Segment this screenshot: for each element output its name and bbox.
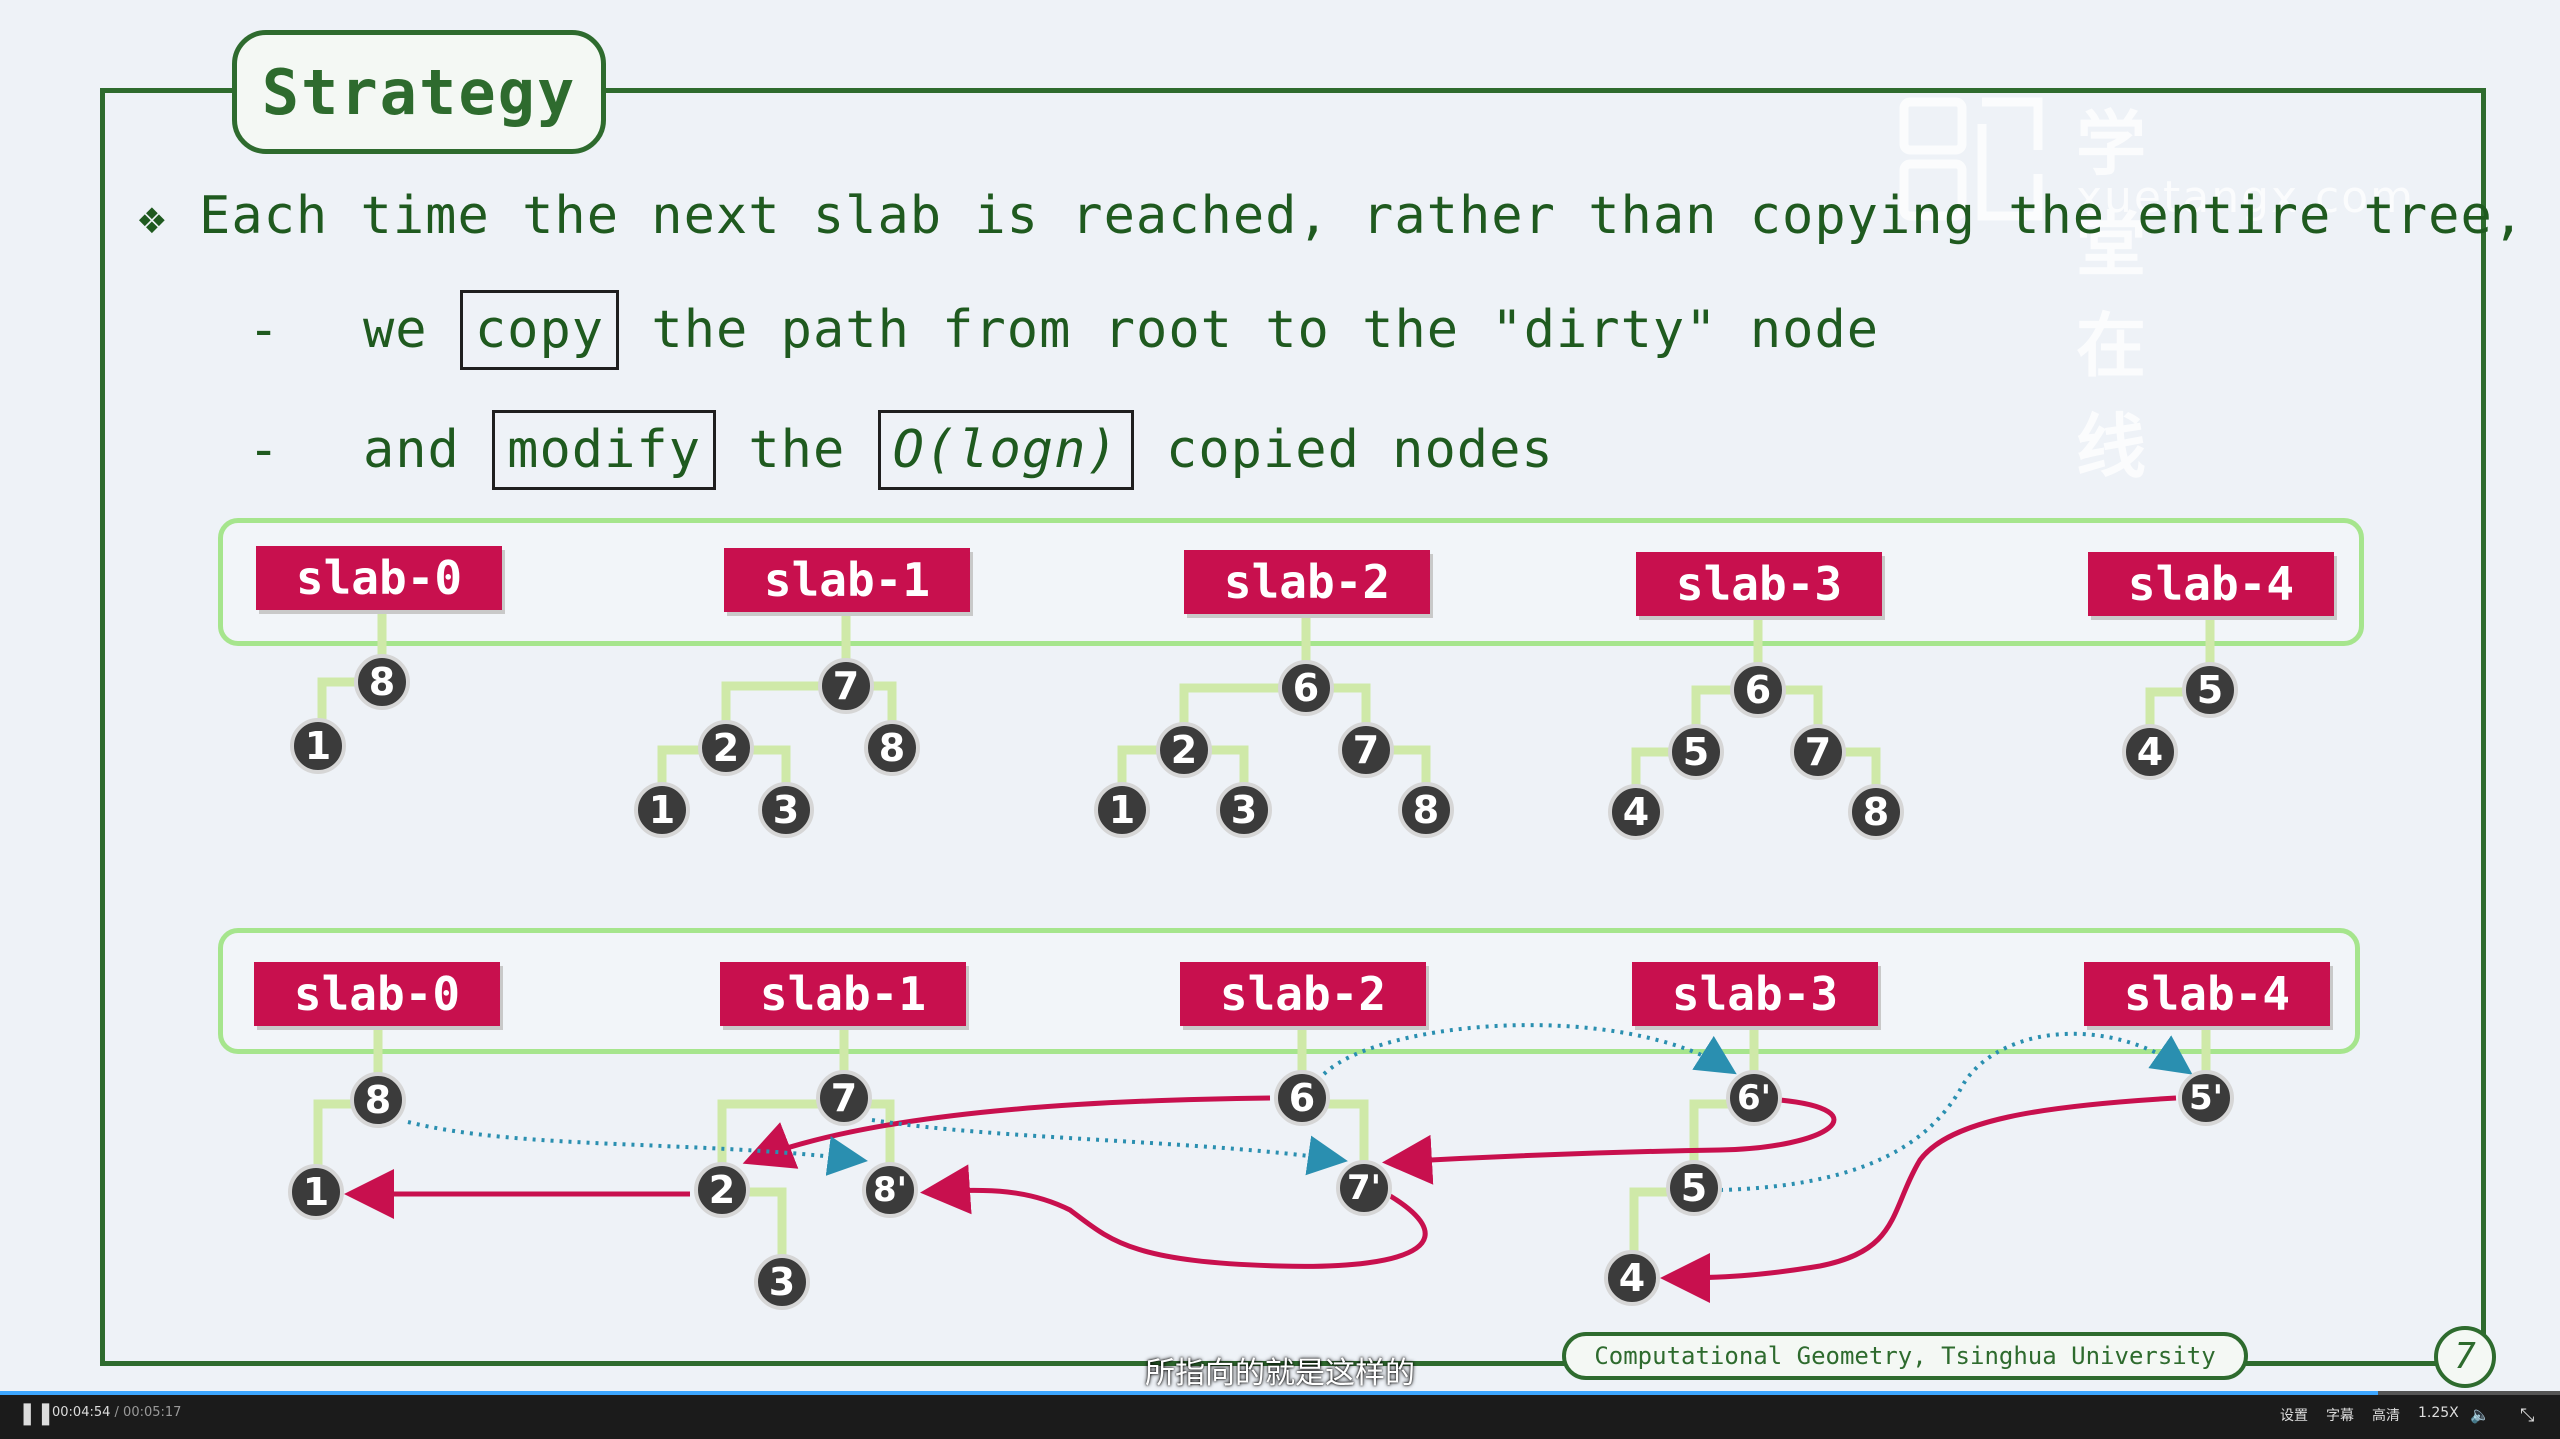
- bottom-slab-3: slab-3: [1632, 962, 1878, 1026]
- captions-button[interactable]: 字幕: [2326, 1405, 2354, 1425]
- tree-node: 1: [634, 782, 690, 838]
- tree-node: 2: [1156, 722, 1212, 778]
- player-controls: ❚❚ 00:04:54 / 00:05:17 设置 字幕 高清 1.25X 🔈 …: [0, 1391, 2560, 1439]
- time-total: 00:05:17: [123, 1405, 182, 1420]
- tree-node: 3: [1216, 782, 1272, 838]
- tree-node: 6: [1278, 660, 1334, 716]
- video-subtitle: 所指向的就是这样的: [1145, 1356, 1415, 1391]
- tree-node-copy: 7': [1336, 1160, 1392, 1216]
- time-current: 00:04:54: [52, 1405, 111, 1420]
- tree-node: 1: [288, 1164, 344, 1220]
- top-tree-edges: [317, 614, 2215, 808]
- tree-node: 7: [1790, 724, 1846, 780]
- settings-button[interactable]: 设置: [2280, 1405, 2308, 1425]
- tree-node-copy: 6': [1726, 1070, 1782, 1126]
- bottom-slab-2: slab-2: [1180, 962, 1426, 1026]
- speed-button[interactable]: 1.25X: [2418, 1405, 2459, 1421]
- tree-node: 8: [354, 654, 410, 710]
- tree-node: 6: [1274, 1070, 1330, 1126]
- tree-node: 4: [2122, 724, 2178, 780]
- bottom-slab-0: slab-0: [254, 962, 500, 1026]
- video-stage: Strategy 学堂在线 xuetangx.com ❖ Each time t…: [0, 0, 2560, 1439]
- tree-node: 2: [698, 720, 754, 776]
- tree-node-copy: 5': [2178, 1070, 2234, 1126]
- progress-fill: [0, 1391, 2379, 1395]
- volume-icon[interactable]: 🔈: [2470, 1405, 2490, 1424]
- tree-node: 8: [1398, 782, 1454, 838]
- progress-bar[interactable]: [0, 1391, 2560, 1395]
- tree-node: 3: [754, 1254, 810, 1310]
- top-slab-4: slab-4: [2088, 552, 2334, 616]
- tree-node: 2: [694, 1162, 750, 1218]
- tree-node: 6: [1730, 662, 1786, 718]
- tree-node: 5: [1666, 1160, 1722, 1216]
- bottom-slab-1: slab-1: [720, 962, 966, 1026]
- tree-node: 5: [1668, 724, 1724, 780]
- pause-icon[interactable]: ❚❚: [18, 1401, 55, 1426]
- tree-node: 8: [1848, 784, 1904, 840]
- tree-node: 3: [758, 782, 814, 838]
- exit-fullscreen-icon[interactable]: ⤡: [2520, 1405, 2534, 1426]
- bottom-slab-4: slab-4: [2084, 962, 2330, 1026]
- tree-node: 8: [350, 1072, 406, 1128]
- tree-node: 7: [1338, 722, 1394, 778]
- quality-button[interactable]: 高清: [2372, 1405, 2400, 1425]
- red-pointers: [344, 1095, 2177, 1303]
- tree-node: 4: [1604, 1250, 1660, 1306]
- tree-node: 7: [816, 1070, 872, 1126]
- tree-node: 4: [1608, 784, 1664, 840]
- tree-node: 1: [1094, 782, 1150, 838]
- tree-diagram: [313, 614, 2215, 1303]
- tree-node: 8: [864, 720, 920, 776]
- top-slab-2: slab-2: [1184, 550, 1430, 614]
- top-slab-1: slab-1: [724, 548, 970, 612]
- tree-node-copy: 8': [862, 1162, 918, 1218]
- bottom-tree-edges: [313, 1022, 2211, 1280]
- time-display: 00:04:54 / 00:05:17: [52, 1405, 182, 1420]
- tree-node: 5: [2182, 662, 2238, 718]
- top-slab-0: slab-0: [256, 546, 502, 610]
- tree-node: 1: [290, 718, 346, 774]
- tree-node: 7: [818, 658, 874, 714]
- top-slab-3: slab-3: [1636, 552, 1882, 616]
